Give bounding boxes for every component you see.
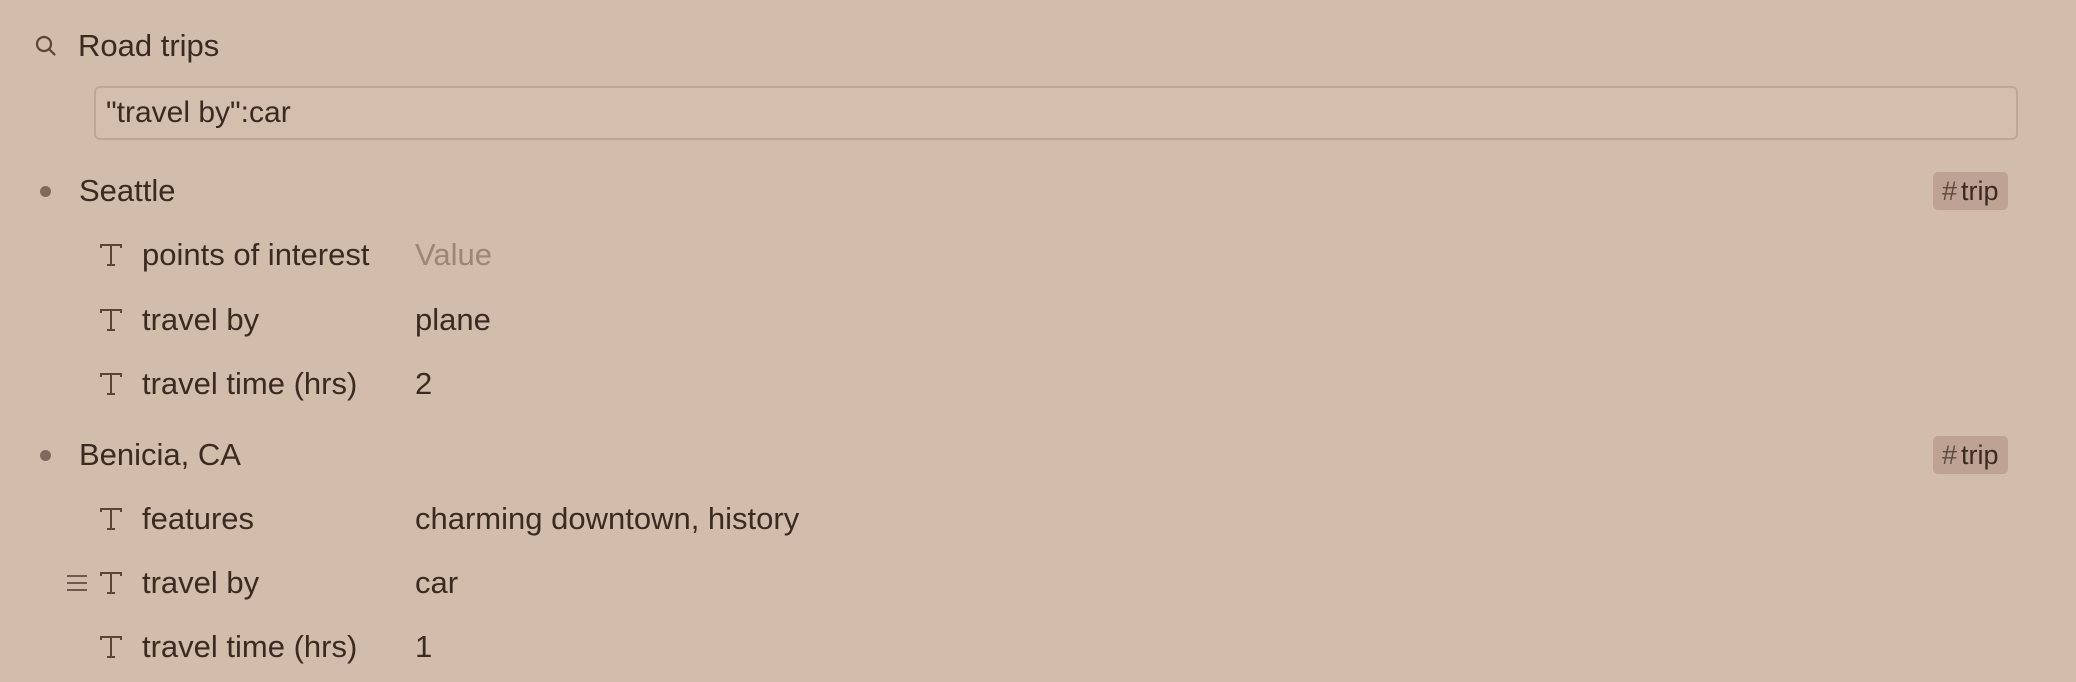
field-name[interactable]: travel by <box>142 288 259 352</box>
tag-label: trip <box>1961 175 1999 206</box>
text-type-icon[interactable] <box>98 304 124 336</box>
field-name[interactable]: points of interest <box>142 223 369 287</box>
text-type-icon[interactable] <box>98 567 124 599</box>
field-name[interactable]: travel time (hrs) <box>142 615 357 679</box>
node-title[interactable]: Benicia, CA <box>79 423 241 487</box>
field-row: points of interest Value <box>0 223 2076 287</box>
tag-badge[interactable]: # trip <box>1933 436 2008 474</box>
hash-icon: # <box>1942 439 1958 470</box>
field-row: travel time (hrs) 2 <box>0 352 2076 416</box>
bullet-icon[interactable] <box>40 186 51 197</box>
field-value[interactable]: 2 <box>415 352 432 416</box>
field-value[interactable]: car <box>415 551 458 615</box>
hash-icon: # <box>1942 175 1958 206</box>
field-value[interactable]: plane <box>415 288 491 352</box>
node-title[interactable]: Seattle <box>79 159 176 223</box>
text-type-icon[interactable] <box>98 239 124 271</box>
field-name[interactable]: travel by <box>142 551 259 615</box>
list-item[interactable]: Benicia, CA # trip <box>0 423 2076 487</box>
search-title[interactable]: Road trips <box>78 28 219 64</box>
field-name[interactable]: travel time (hrs) <box>142 352 357 416</box>
drag-handle-icon[interactable] <box>66 571 88 595</box>
field-value[interactable]: 1 <box>415 615 432 679</box>
tag-badge[interactable]: # trip <box>1933 172 2008 210</box>
field-value-placeholder[interactable]: Value <box>415 223 492 287</box>
tag-label: trip <box>1961 439 1999 470</box>
bullet-icon[interactable] <box>40 450 51 461</box>
field-row: travel by plane <box>0 288 2076 352</box>
text-type-icon[interactable] <box>98 503 124 535</box>
field-name[interactable]: features <box>142 487 254 551</box>
field-value[interactable]: charming downtown, history <box>415 487 799 551</box>
field-row: travel time (hrs) 1 <box>0 615 2076 679</box>
search-query-input[interactable]: "travel by":car <box>94 86 2018 140</box>
field-row: travel by car <box>0 551 2076 615</box>
text-type-icon[interactable] <box>98 631 124 663</box>
field-row: features charming downtown, history <box>0 487 2076 551</box>
search-header[interactable]: Road trips <box>33 22 219 70</box>
text-type-icon[interactable] <box>98 368 124 400</box>
list-item[interactable]: Seattle # trip <box>0 159 2076 223</box>
search-icon <box>33 33 59 59</box>
